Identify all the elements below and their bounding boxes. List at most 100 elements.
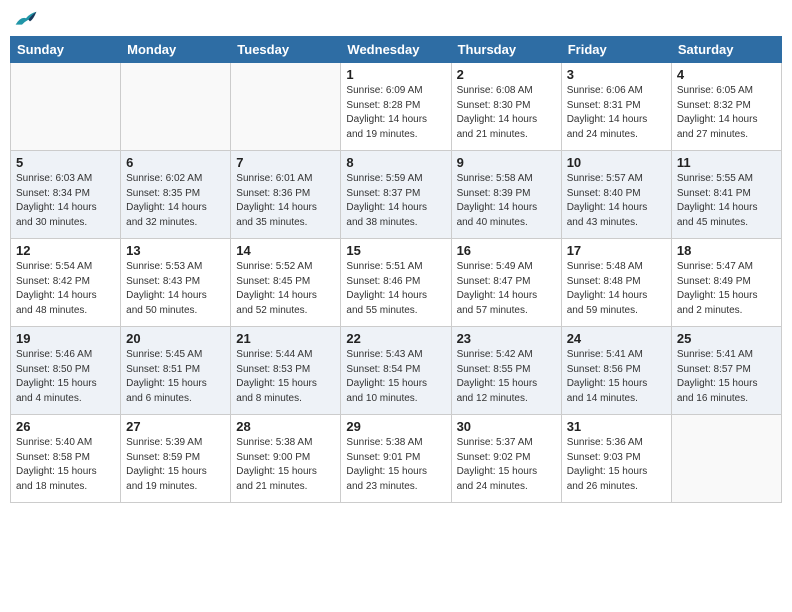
- day-number: 13: [126, 243, 225, 258]
- calendar-cell: 24Sunrise: 5:41 AM Sunset: 8:56 PM Dayli…: [561, 327, 671, 415]
- day-number: 27: [126, 419, 225, 434]
- calendar-week-row: 12 Sunrise: 5:54 AM Sunset: 8:42 PM Dayli…: [11, 239, 782, 327]
- calendar-cell: 5 Sunrise: 6:03 AM Sunset: 8:34 PM Daylig…: [11, 151, 121, 239]
- day-number: 1: [346, 67, 445, 82]
- calendar-cell: 10 Sunrise: 5:57 AM Sunset: 8:40 PM Dayli…: [561, 151, 671, 239]
- calendar-cell: 21 Sunrise: 5:44 AM Sunset: 8:53 PM Dayli…: [231, 327, 341, 415]
- calendar-cell: 31 Sunrise: 5:36 AM Sunset: 9:03 PM Dayli…: [561, 415, 671, 503]
- calendar-cell: 25 Sunrise: 5:41 AM Sunset: 8:57 PM Dayli…: [671, 327, 781, 415]
- day-number: 22: [346, 331, 445, 346]
- day-info: Sunrise: 6:08 AM Sunset: 8:30 PM Dayligh…: [457, 84, 556, 142]
- day-number: 19: [16, 331, 115, 346]
- day-info: Sunrise: 5:44 AM Sunset: 8:53 PM Dayligh…: [236, 348, 335, 406]
- calendar-cell: 4 Sunrise: 6:05 AM Sunset: 8:32 PM Daylig…: [671, 63, 781, 151]
- day-info: Sunrise: 6:03 AM Sunset: 8:34 PM Dayligh…: [16, 172, 115, 230]
- day-info: Sunrise: 6:05 AM Sunset: 8:32 PM Dayligh…: [677, 84, 776, 142]
- calendar-week-row: 19 Sunrise: 5:46 AM Sunset: 8:50 PM Dayli…: [11, 327, 782, 415]
- day-number: 3: [567, 67, 666, 82]
- day-number: 15: [346, 243, 445, 258]
- calendar-cell: 13 Sunrise: 5:53 AM Sunset: 8:43 PM Dayli…: [121, 239, 231, 327]
- calendar-cell: 26Sunrise: 5:40 AM Sunset: 8:58 PM Dayli…: [11, 415, 121, 503]
- day-number: 6: [126, 155, 225, 170]
- day-info: Sunrise: 5:51 AM Sunset: 8:46 PM Dayligh…: [346, 260, 445, 318]
- day-number: 28: [236, 419, 335, 434]
- day-number: 11: [677, 155, 776, 170]
- day-info: Sunrise: 5:39 AM Sunset: 8:59 PM Dayligh…: [126, 436, 225, 494]
- column-header-wednesday: Wednesday: [341, 37, 451, 63]
- day-number: 29: [346, 419, 445, 434]
- calendar-cell: 20Sunrise: 5:45 AM Sunset: 8:51 PM Dayli…: [121, 327, 231, 415]
- day-info: Sunrise: 5:40 AM Sunset: 8:58 PM Dayligh…: [16, 436, 115, 494]
- day-info: Sunrise: 5:41 AM Sunset: 8:57 PM Dayligh…: [677, 348, 776, 406]
- day-info: Sunrise: 5:52 AM Sunset: 8:45 PM Dayligh…: [236, 260, 335, 318]
- day-info: Sunrise: 5:53 AM Sunset: 8:43 PM Dayligh…: [126, 260, 225, 318]
- day-number: 12: [16, 243, 115, 258]
- day-number: 23: [457, 331, 556, 346]
- day-info: Sunrise: 5:48 AM Sunset: 8:48 PM Dayligh…: [567, 260, 666, 318]
- calendar-cell: [121, 63, 231, 151]
- day-info: Sunrise: 5:55 AM Sunset: 8:41 PM Dayligh…: [677, 172, 776, 230]
- day-number: 21: [236, 331, 335, 346]
- day-number: 30: [457, 419, 556, 434]
- day-info: Sunrise: 5:54 AM Sunset: 8:42 PM Dayligh…: [16, 260, 115, 318]
- day-number: 7: [236, 155, 335, 170]
- calendar-week-row: 5 Sunrise: 6:03 AM Sunset: 8:34 PM Daylig…: [11, 151, 782, 239]
- day-info: Sunrise: 5:43 AM Sunset: 8:54 PM Dayligh…: [346, 348, 445, 406]
- calendar-cell: 28 Sunrise: 5:38 AM Sunset: 9:00 PM Dayli…: [231, 415, 341, 503]
- day-number: 31: [567, 419, 666, 434]
- column-header-thursday: Thursday: [451, 37, 561, 63]
- day-number: 18: [677, 243, 776, 258]
- calendar-cell: 6Sunrise: 6:02 AM Sunset: 8:35 PM Daylig…: [121, 151, 231, 239]
- column-header-saturday: Saturday: [671, 37, 781, 63]
- page-header: [10, 10, 782, 28]
- calendar-cell: [231, 63, 341, 151]
- calendar-table: SundayMondayTuesdayWednesdayThursdayFrid…: [10, 36, 782, 503]
- column-header-sunday: Sunday: [11, 37, 121, 63]
- calendar-cell: 7Sunrise: 6:01 AM Sunset: 8:36 PM Daylig…: [231, 151, 341, 239]
- column-header-friday: Friday: [561, 37, 671, 63]
- calendar-week-row: 1 Sunrise: 6:09 AM Sunset: 8:28 PM Daylig…: [11, 63, 782, 151]
- calendar-cell: 8 Sunrise: 5:59 AM Sunset: 8:37 PM Daylig…: [341, 151, 451, 239]
- calendar-cell: [11, 63, 121, 151]
- day-number: 14: [236, 243, 335, 258]
- calendar-cell: 22 Sunrise: 5:43 AM Sunset: 8:54 PM Dayli…: [341, 327, 451, 415]
- calendar-cell: 3Sunrise: 6:06 AM Sunset: 8:31 PM Daylig…: [561, 63, 671, 151]
- calendar-week-row: 26Sunrise: 5:40 AM Sunset: 8:58 PM Dayli…: [11, 415, 782, 503]
- logo-bird-icon: [14, 10, 38, 28]
- day-info: Sunrise: 5:49 AM Sunset: 8:47 PM Dayligh…: [457, 260, 556, 318]
- calendar-cell: [671, 415, 781, 503]
- day-info: Sunrise: 5:57 AM Sunset: 8:40 PM Dayligh…: [567, 172, 666, 230]
- day-number: 2: [457, 67, 556, 82]
- calendar-cell: 30 Sunrise: 5:37 AM Sunset: 9:02 PM Dayli…: [451, 415, 561, 503]
- day-info: Sunrise: 5:37 AM Sunset: 9:02 PM Dayligh…: [457, 436, 556, 494]
- calendar-cell: 11 Sunrise: 5:55 AM Sunset: 8:41 PM Dayli…: [671, 151, 781, 239]
- calendar-cell: 2 Sunrise: 6:08 AM Sunset: 8:30 PM Daylig…: [451, 63, 561, 151]
- calendar-cell: 19 Sunrise: 5:46 AM Sunset: 8:50 PM Dayli…: [11, 327, 121, 415]
- day-info: Sunrise: 5:59 AM Sunset: 8:37 PM Dayligh…: [346, 172, 445, 230]
- day-number: 8: [346, 155, 445, 170]
- day-info: Sunrise: 5:42 AM Sunset: 8:55 PM Dayligh…: [457, 348, 556, 406]
- day-number: 4: [677, 67, 776, 82]
- day-info: Sunrise: 5:46 AM Sunset: 8:50 PM Dayligh…: [16, 348, 115, 406]
- day-number: 5: [16, 155, 115, 170]
- day-info: Sunrise: 5:38 AM Sunset: 9:00 PM Dayligh…: [236, 436, 335, 494]
- day-number: 20: [126, 331, 225, 346]
- calendar-cell: 16 Sunrise: 5:49 AM Sunset: 8:47 PM Dayli…: [451, 239, 561, 327]
- day-number: 25: [677, 331, 776, 346]
- day-info: Sunrise: 5:36 AM Sunset: 9:03 PM Dayligh…: [567, 436, 666, 494]
- calendar-cell: 12 Sunrise: 5:54 AM Sunset: 8:42 PM Dayli…: [11, 239, 121, 327]
- day-number: 9: [457, 155, 556, 170]
- calendar-cell: 15 Sunrise: 5:51 AM Sunset: 8:46 PM Dayli…: [341, 239, 451, 327]
- calendar-cell: 18Sunrise: 5:47 AM Sunset: 8:49 PM Dayli…: [671, 239, 781, 327]
- calendar-cell: 9 Sunrise: 5:58 AM Sunset: 8:39 PM Daylig…: [451, 151, 561, 239]
- calendar-cell: 27 Sunrise: 5:39 AM Sunset: 8:59 PM Dayli…: [121, 415, 231, 503]
- day-info: Sunrise: 6:09 AM Sunset: 8:28 PM Dayligh…: [346, 84, 445, 142]
- calendar-header-row: SundayMondayTuesdayWednesdayThursdayFrid…: [11, 37, 782, 63]
- day-number: 10: [567, 155, 666, 170]
- day-number: 16: [457, 243, 556, 258]
- day-info: Sunrise: 5:41 AM Sunset: 8:56 PM Dayligh…: [567, 348, 666, 406]
- logo: [14, 10, 40, 28]
- column-header-monday: Monday: [121, 37, 231, 63]
- day-info: Sunrise: 5:58 AM Sunset: 8:39 PM Dayligh…: [457, 172, 556, 230]
- day-info: Sunrise: 5:38 AM Sunset: 9:01 PM Dayligh…: [346, 436, 445, 494]
